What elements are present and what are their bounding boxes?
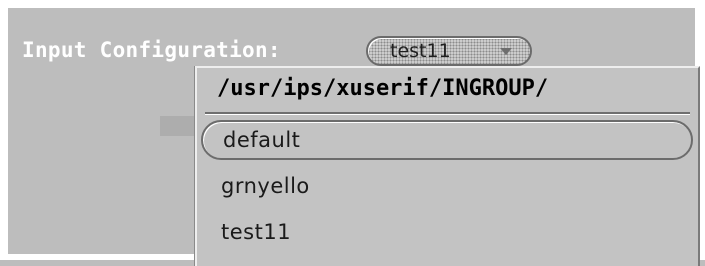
menu-item-grnyello[interactable]: grnyello <box>201 168 693 208</box>
menu-separator <box>205 112 690 115</box>
menu-item-label: grnyello <box>221 174 310 198</box>
obscured-field <box>160 116 196 136</box>
input-configuration-choice-button[interactable]: test11 <box>366 36 532 66</box>
menu-item-default[interactable]: default <box>201 120 693 160</box>
configuration-popup-menu: /usr/ips/xuserif/INGROUP/ default grnyel… <box>195 66 700 266</box>
menu-item-test11[interactable]: test11 <box>201 214 693 254</box>
chevron-down-icon <box>500 48 512 55</box>
choice-selected-value: test11 <box>390 40 451 62</box>
menu-item-label: default <box>223 128 301 152</box>
input-configuration-label: Input Configuration: <box>22 38 281 62</box>
menu-item-label: test11 <box>221 220 292 244</box>
menu-title: /usr/ips/xuserif/INGROUP/ <box>217 76 549 101</box>
